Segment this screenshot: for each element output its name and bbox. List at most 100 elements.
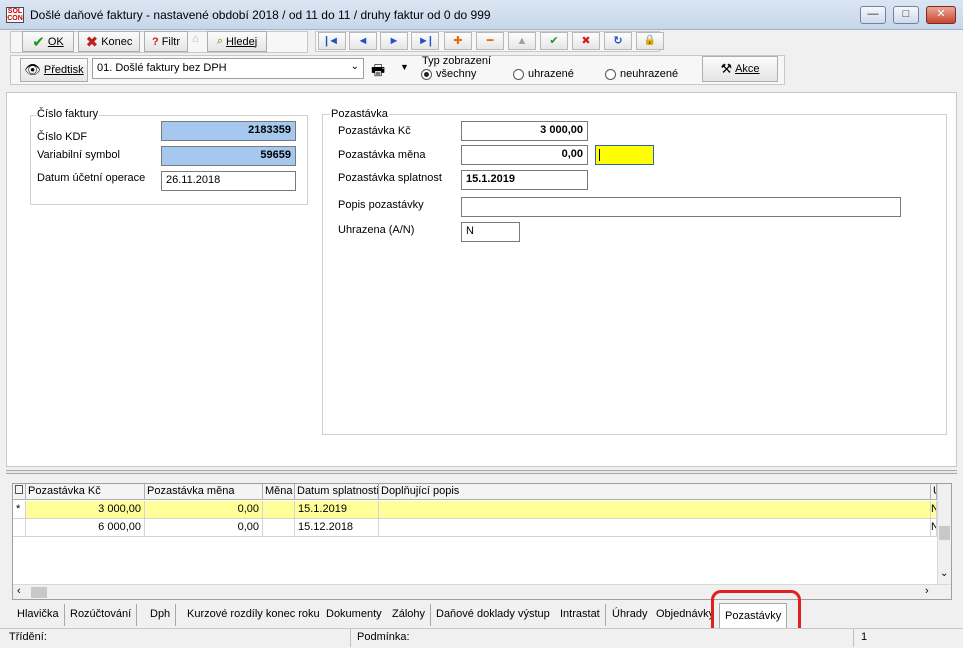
pozastavka-splatnost-field[interactable]: 15.1.2019 — [461, 170, 588, 190]
konec-button[interactable]: ✖ Konec — [78, 31, 140, 52]
hledej-button[interactable]: ⌕ Hledej — [207, 31, 267, 52]
cell-mena-val[interactable]: 0,00 — [145, 519, 263, 537]
cell-mena[interactable] — [263, 519, 295, 537]
cross-icon: ✖ — [85, 33, 99, 51]
cell-popis[interactable] — [379, 519, 931, 537]
col-doplnujici-popis[interactable]: Doplňující popis — [379, 484, 931, 500]
view-paid-radio[interactable]: uhrazené — [513, 68, 574, 80]
edit-record-button[interactable]: ▲ — [508, 32, 536, 50]
view-unpaid-label: neuhrazené — [620, 68, 679, 80]
view-all-label: všechny — [436, 68, 477, 80]
view-unpaid-radio[interactable]: neuhrazené — [605, 68, 678, 80]
col-pozastavka-kc[interactable]: Pozastávka Kč — [26, 484, 145, 500]
lock-button[interactable]: 🔒 — [636, 32, 664, 50]
pozastavka-mena-field[interactable]: 0,00 — [461, 145, 588, 165]
cell-mena[interactable] — [263, 501, 295, 519]
col-pozastavka-mena[interactable]: Pozastávka měna — [145, 484, 263, 500]
akce-button[interactable]: ⚒ Akce — [702, 56, 778, 82]
delete-record-button[interactable]: ━ — [476, 32, 504, 50]
post-record-button[interactable]: ✔ — [540, 32, 568, 50]
eye-icon: 👁 — [24, 62, 41, 77]
h-scrollbar-thumb[interactable] — [31, 587, 47, 598]
view-all-radio[interactable]: všechny — [421, 68, 476, 80]
scroll-right-icon[interactable]: › — [925, 585, 929, 597]
app-logo-icon: SOL CON — [6, 7, 24, 23]
pozastavka-group-label: Pozastávka — [330, 108, 389, 120]
cell-kc[interactable]: 6 000,00 — [26, 519, 145, 537]
radio-empty-icon — [605, 68, 616, 80]
cancel-edit-button[interactable]: ✖ — [572, 32, 600, 50]
tab-uhrady[interactable]: Úhrady — [607, 604, 654, 626]
select-all-checkbox[interactable] — [13, 484, 26, 500]
cell-datum[interactable]: 15.12.2018 — [295, 519, 379, 537]
refresh-button[interactable]: ↻ — [604, 32, 632, 50]
cislo-kdf-label: Číslo KDF — [37, 131, 88, 143]
next-record-button[interactable]: ► — [380, 32, 408, 50]
text-cursor — [599, 149, 600, 161]
row-marker — [13, 519, 26, 537]
table-row[interactable]: * 3 000,00 0,00 15.1.2019 N — [13, 501, 937, 519]
check-icon: ✔ — [32, 33, 45, 51]
ok-button[interactable]: ✔ OK — [22, 31, 74, 52]
predtisk-button[interactable]: 👁 Předtisk — [20, 58, 88, 82]
chevron-down-icon: ⌄ — [350, 61, 359, 72]
minimize-button[interactable]: — — [860, 6, 886, 24]
splitter[interactable] — [6, 470, 957, 474]
filtr-button[interactable]: ? Filtr — [144, 31, 188, 52]
report-select-value: 01. Došlé faktury bez DPH — [97, 62, 227, 74]
cell-mena-val[interactable]: 0,00 — [145, 501, 263, 519]
pozastavka-mena-label: Pozastávka měna — [338, 149, 426, 161]
cell-popis[interactable] — [379, 501, 931, 519]
filtr-label: Filtr — [161, 35, 181, 48]
binoculars-icon: ⌕ — [216, 35, 223, 47]
uhrazena-label: Uhrazena (A/N) — [338, 224, 415, 236]
table-row[interactable]: 6 000,00 0,00 15.12.2018 N — [13, 519, 937, 537]
last-record-button[interactable]: ►| — [411, 32, 439, 50]
tab-dokumenty[interactable]: Dokumenty — [321, 604, 388, 626]
vertical-scrollbar[interactable]: ⌄ — [937, 484, 951, 584]
cell-kc[interactable]: 3 000,00 — [26, 501, 145, 519]
variabilni-symbol-field[interactable]: 59659 — [161, 146, 296, 166]
tab-zalohy[interactable]: Zálohy — [387, 604, 432, 626]
tab-intrastat[interactable]: Intrastat — [555, 604, 606, 626]
row-marker: * — [13, 501, 26, 519]
col-mena[interactable]: Měna — [263, 484, 295, 500]
scroll-left-icon[interactable]: ‹ — [17, 585, 21, 597]
pozastavka-kc-field[interactable]: 3 000,00 — [461, 121, 588, 141]
scroll-down-icon[interactable]: ⌄ — [940, 568, 948, 579]
first-record-button[interactable]: |◄ — [318, 32, 346, 50]
tools-icon: ⚒ — [720, 61, 733, 76]
datum-ucetni-operace-field[interactable]: 26.11.2018 — [161, 171, 296, 191]
radio-selected-icon — [421, 68, 432, 80]
maximize-button[interactable]: □ — [893, 6, 919, 24]
report-select[interactable]: 01. Došlé faktury bez DPH ⌄ — [92, 58, 364, 79]
close-window-button[interactable]: ✕ — [926, 6, 956, 24]
akce-label: Akce — [735, 63, 760, 75]
horizontal-scrollbar[interactable]: ‹ › — [13, 584, 951, 599]
tab-danove-doklady-vystup[interactable]: Daňové doklady výstup — [431, 604, 556, 626]
tab-dph[interactable]: Dph — [145, 604, 177, 626]
tab-objednavky[interactable]: Objednávky — [651, 604, 713, 626]
tab-hlavicka[interactable]: Hlavička — [12, 604, 65, 626]
radio-empty-icon — [513, 68, 524, 80]
pozastavka-splatnost-label: Pozastávka splatnost — [338, 172, 442, 184]
cislo-kdf-field[interactable]: 2183359 — [161, 121, 296, 141]
datum-ucetni-operace-label: Datum účetní operace — [37, 172, 146, 184]
predtisk-label: Předtisk — [43, 64, 84, 76]
tab-rozuctovani[interactable]: Rozúčtování — [65, 604, 138, 626]
printer-icon[interactable]: 🖶 — [371, 60, 385, 85]
scrollbar-thumb[interactable] — [939, 526, 950, 540]
cell-datum[interactable]: 15.1.2019 — [295, 501, 379, 519]
condition-status: Podmínka: — [354, 629, 854, 647]
print-dropdown-arrow-icon[interactable]: ▼ — [400, 62, 409, 72]
cislo-faktury-group-label: Číslo faktury — [36, 108, 100, 120]
popis-pozastavky-field[interactable] — [461, 197, 901, 217]
uhrazena-field[interactable]: N — [461, 222, 520, 242]
add-record-button[interactable]: ✚ — [444, 32, 472, 50]
pozastavka-mena-code-field[interactable] — [595, 145, 654, 165]
tab-kurzove-rozdily[interactable]: Kurzové rozdíly konec roku — [182, 604, 326, 626]
ok-label: OK — [47, 35, 64, 48]
col-datum-splatnosti[interactable]: Datum splatnosti — [295, 484, 379, 500]
view-type-label: Typ zobrazení — [422, 55, 492, 67]
prev-record-button[interactable]: ◄ — [349, 32, 377, 50]
